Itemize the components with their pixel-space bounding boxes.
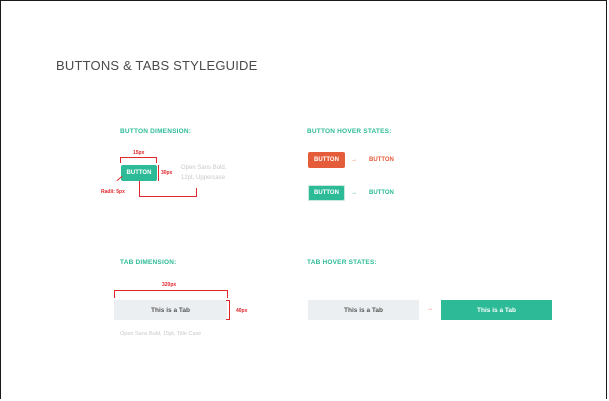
button-width-label: 15px [133,150,145,156]
tab-height-line [229,300,230,320]
hover-orange-result-label: BUTTON [369,157,394,163]
tab-font-note: Open Sans Bold, 15pt, Title Case [120,331,202,337]
tab-width-tick-right [227,290,228,298]
sample-tab[interactable]: This is a Tab [114,300,227,320]
hover-orange-button[interactable]: BUTTON [308,152,345,168]
hover-arrow-orange: → [351,157,357,163]
tab-height-label: 40px [236,308,248,314]
button-width-tick-left [120,157,121,163]
sample-button[interactable]: BUTTON [121,165,157,181]
tab-hover-arrow: → [427,306,433,312]
button-height-line [158,165,159,181]
button-text-leader-v [139,181,140,196]
button-font-note-line1: Open Sans Bold, [181,165,227,171]
tab-dimension-heading: TAB DIMENSION: [120,259,177,266]
button-hover-heading: BUTTON HOVER STATES: [307,128,392,135]
radius-label: Radii: 5px [101,189,125,195]
hover-teal-button[interactable]: BUTTON [308,185,345,201]
page-title: BUTTONS & TABS STYLEGUIDE [56,58,258,73]
hover-arrow-teal: → [351,190,357,196]
button-width-tick-right [156,157,157,163]
tab-width-tick-left [114,290,115,298]
hover-teal-result-label: BUTTON [369,190,394,196]
tab-height-tick-top [226,300,230,301]
button-text-leader-h [139,196,197,197]
button-text-leader-tick [196,188,197,197]
tab-default-state[interactable]: This is a Tab [308,300,419,320]
tab-height-tick-bottom [226,319,230,320]
tab-width-label: 320px [162,282,177,288]
tab-hover-heading: TAB HOVER STATES: [307,259,377,266]
tab-hover-state[interactable]: This is a Tab [441,300,552,320]
button-height-label: 30px [161,170,173,176]
button-dimension-heading: BUTTON DIMENSION: [120,128,192,135]
button-font-note-line2: 12pt, Uppercase [181,175,226,181]
tab-width-line [114,290,228,291]
button-width-line [120,157,157,158]
